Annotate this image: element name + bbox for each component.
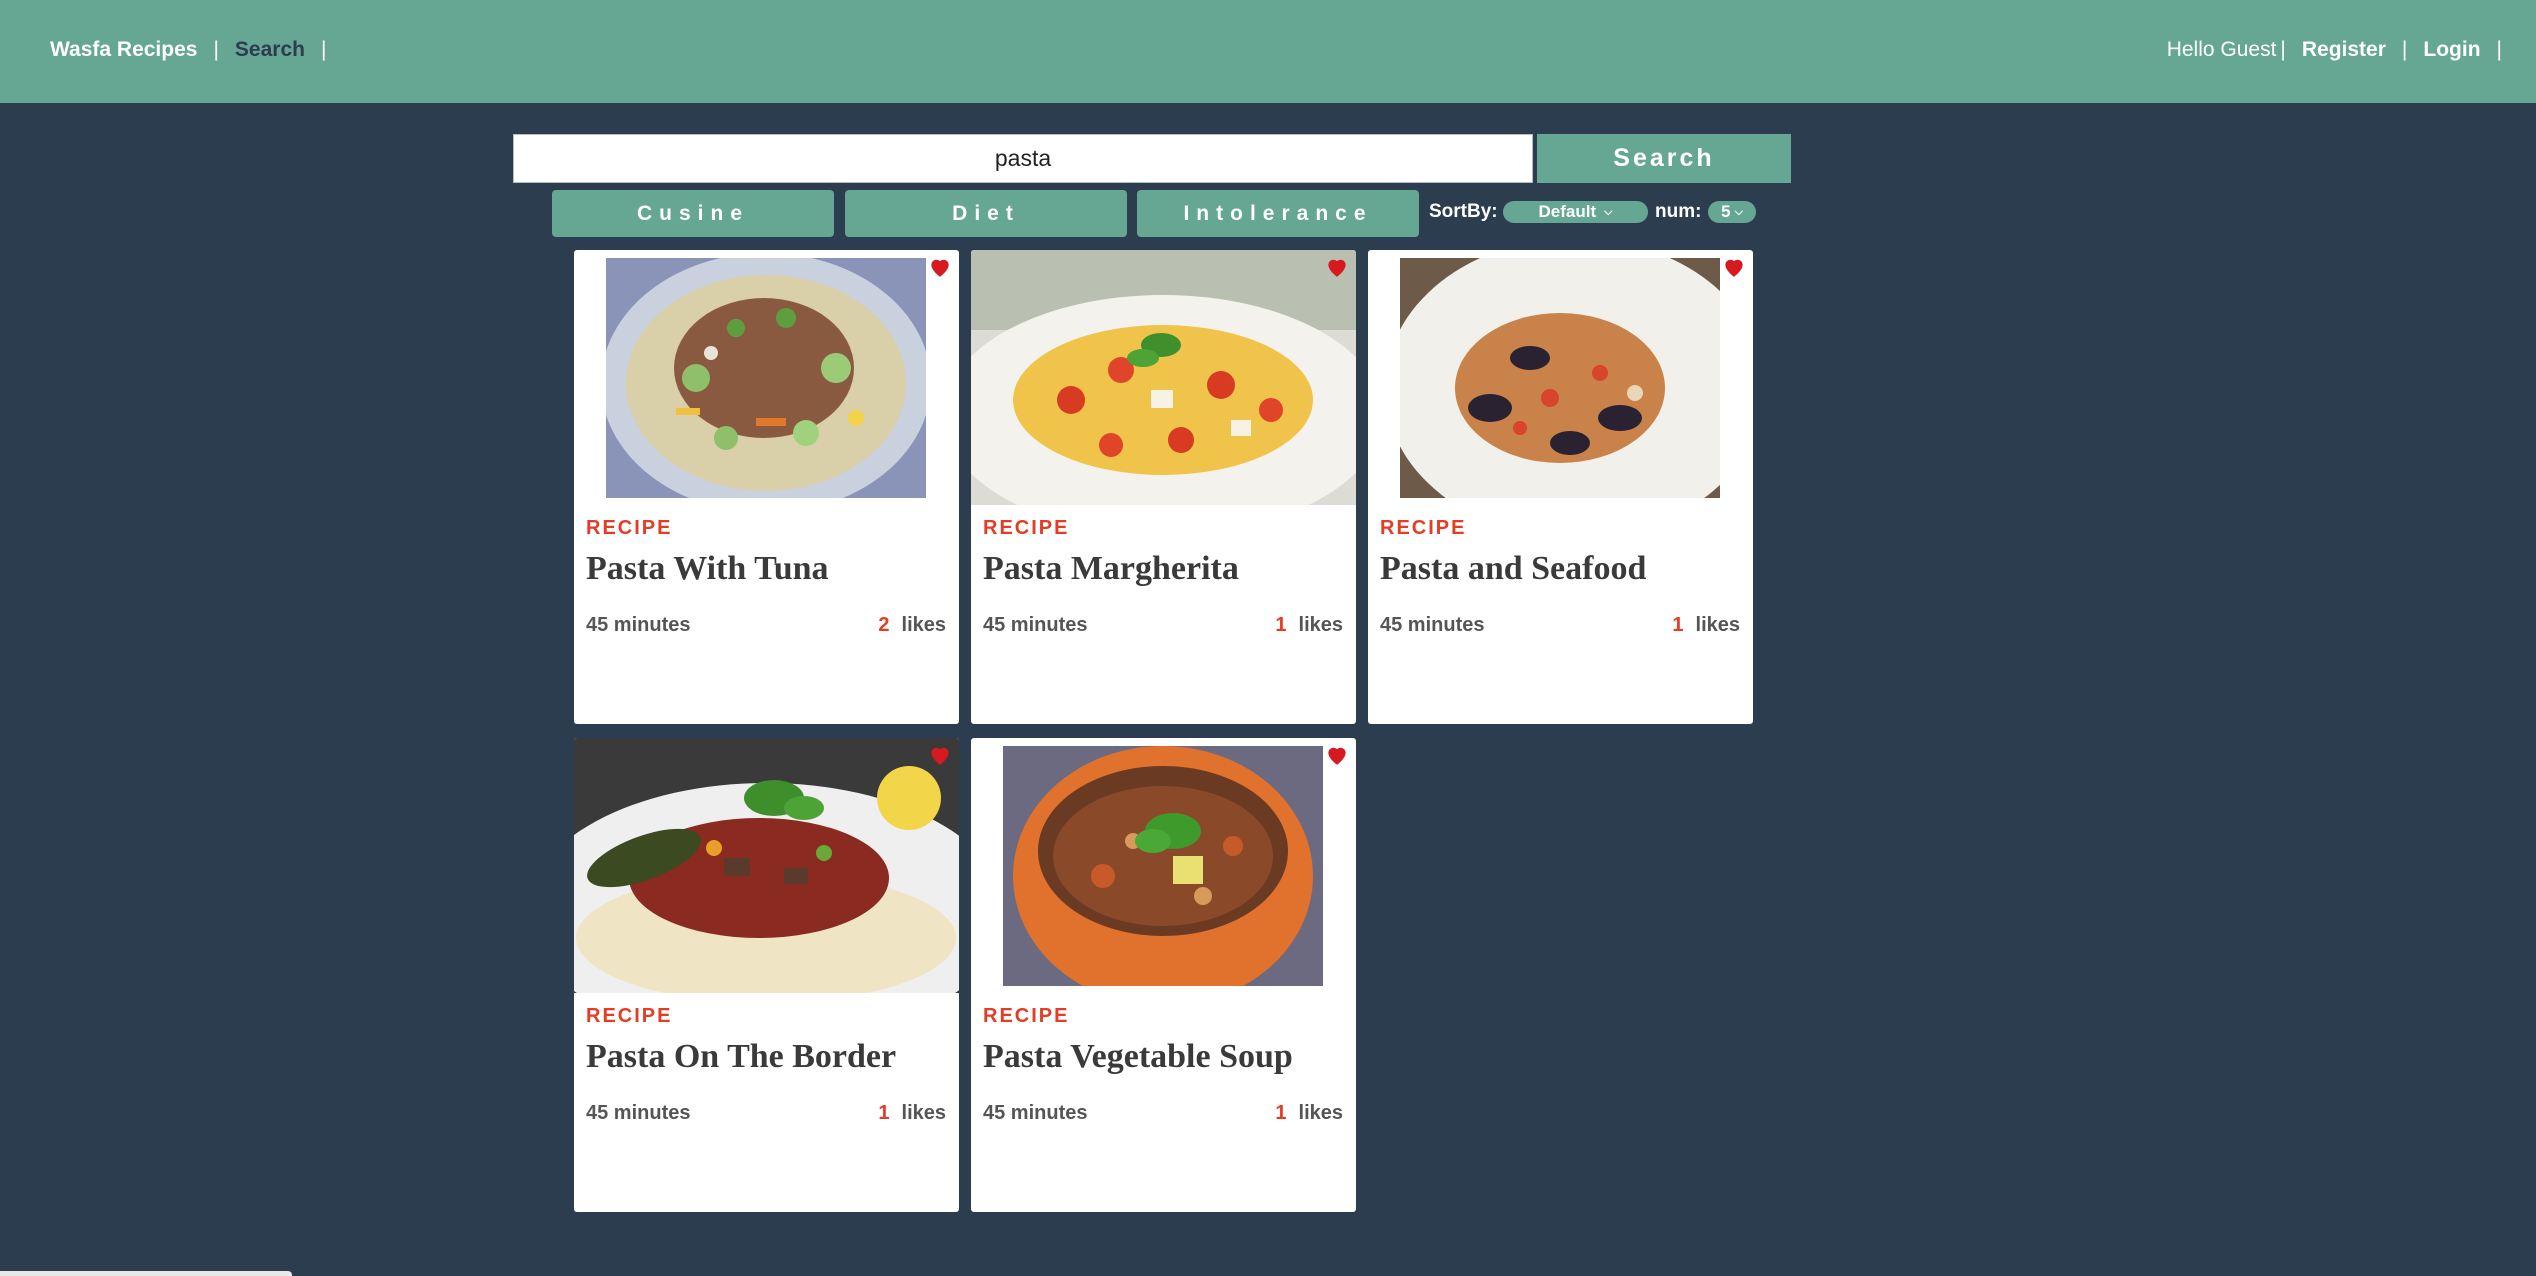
likes-label: likes bbox=[901, 614, 946, 636]
recipe-likes: 1 likes bbox=[878, 1102, 946, 1125]
likes-count: 1 bbox=[878, 1102, 890, 1124]
nav-search-link[interactable]: Search bbox=[235, 38, 305, 62]
recipe-likes: 1 likes bbox=[1672, 614, 1740, 637]
recipe-title[interactable]: Pasta Margherita bbox=[983, 550, 1239, 588]
recipe-title[interactable]: Pasta On The Border bbox=[586, 1038, 896, 1076]
recipe-image[interactable] bbox=[606, 258, 926, 498]
recipe-title[interactable]: Pasta With Tuna bbox=[586, 550, 829, 588]
recipe-likes: 2 likes bbox=[878, 614, 946, 637]
recipe-card[interactable]: RECIPE Pasta Margherita 45 minutes 1 like… bbox=[971, 250, 1356, 724]
likes-count: 1 bbox=[1672, 614, 1684, 636]
recipe-time: 45 minutes bbox=[586, 614, 691, 636]
search-button[interactable]: Search bbox=[1537, 134, 1791, 183]
recipe-likes: 1 likes bbox=[1275, 614, 1343, 637]
sort-by-label: SortBy: bbox=[1429, 201, 1498, 222]
nav-separator: | bbox=[2280, 38, 2286, 62]
search-input[interactable] bbox=[513, 134, 1533, 183]
diet-filter-button[interactable]: Diet bbox=[845, 190, 1127, 237]
chevron-down-icon: ⌵ bbox=[1734, 205, 1743, 218]
brand-link[interactable]: Wasfa Recipes bbox=[50, 38, 197, 62]
recipe-card[interactable]: RECIPE Pasta On The Border 45 minutes 1l… bbox=[574, 738, 959, 1212]
likes-count: 1 bbox=[1275, 1102, 1287, 1124]
sort-by-value: Default bbox=[1538, 202, 1597, 221]
likes-count: 2 bbox=[878, 614, 890, 636]
recipe-time: 45 minutes bbox=[983, 1102, 1088, 1124]
recipe-image[interactable] bbox=[971, 250, 1356, 505]
horizontal-scrollbar[interactable] bbox=[0, 1271, 292, 1276]
intolerance-filter-button[interactable]: Intolerance bbox=[1137, 190, 1419, 237]
greeting-text: Hello Guest bbox=[2166, 38, 2277, 62]
likes-label: likes bbox=[1298, 1102, 1343, 1124]
nav-left: Wasfa Recipes | Search | bbox=[50, 38, 342, 62]
login-link[interactable]: Login bbox=[2423, 38, 2480, 62]
chevron-down-icon: ⌵ bbox=[1604, 205, 1613, 218]
heart-icon[interactable] bbox=[927, 742, 953, 768]
num-select[interactable]: 5 ⌵ bbox=[1708, 201, 1756, 223]
nav-right: Hello Guest | Register | Login | bbox=[2167, 38, 2502, 62]
recipe-image[interactable] bbox=[1003, 746, 1323, 986]
nav-separator: | bbox=[213, 38, 219, 62]
recipe-title[interactable]: Pasta Vegetable Soup bbox=[983, 1038, 1293, 1076]
num-value: 5 bbox=[1721, 202, 1731, 221]
num-label: num: bbox=[1655, 201, 1702, 222]
likes-count: 1 bbox=[1275, 614, 1287, 636]
recipe-tag: RECIPE bbox=[586, 517, 673, 539]
heart-icon[interactable] bbox=[1721, 254, 1747, 280]
likes-label: likes bbox=[1298, 614, 1343, 636]
recipe-time: 45 minutes bbox=[1380, 614, 1485, 636]
recipe-likes: 1 likes bbox=[1275, 1102, 1343, 1125]
recipe-image[interactable] bbox=[1400, 258, 1720, 498]
recipe-tag: RECIPE bbox=[586, 1005, 673, 1027]
cuisine-filter-button[interactable]: Cusine bbox=[552, 190, 834, 237]
heart-icon[interactable] bbox=[1324, 742, 1350, 768]
likes-label: likes bbox=[1695, 614, 1740, 636]
nav-separator: | bbox=[2401, 38, 2408, 62]
register-link[interactable]: Register bbox=[2302, 38, 2386, 62]
recipe-card[interactable]: RECIPE Pasta and Seafood 45 minutes 1 lik… bbox=[1368, 250, 1753, 724]
recipe-tag: RECIPE bbox=[983, 1005, 1070, 1027]
recipe-tag: RECIPE bbox=[983, 517, 1070, 539]
recipe-card[interactable]: RECIPE Pasta Vegetable Soup 45 minutes 1… bbox=[971, 738, 1356, 1212]
recipe-image[interactable] bbox=[574, 738, 959, 993]
heart-icon[interactable] bbox=[927, 254, 953, 280]
heart-icon[interactable] bbox=[1324, 254, 1350, 280]
recipe-card[interactable]: RECIPE Pasta With Tuna 45 minutes 2 likes bbox=[574, 250, 959, 724]
nav-separator: | bbox=[320, 38, 327, 62]
recipe-tag: RECIPE bbox=[1380, 517, 1467, 539]
top-navbar: Wasfa Recipes | Search | Hello Guest | Regist… bbox=[0, 0, 2536, 103]
recipe-time: 45 minutes bbox=[586, 1102, 691, 1124]
recipe-title[interactable]: Pasta and Seafood bbox=[1380, 550, 1646, 588]
nav-separator: | bbox=[2496, 38, 2502, 62]
likes-label: likes bbox=[901, 1102, 946, 1124]
recipe-time: 45 minutes bbox=[983, 614, 1088, 636]
sort-by-select[interactable]: Default ⌵ bbox=[1503, 201, 1648, 223]
